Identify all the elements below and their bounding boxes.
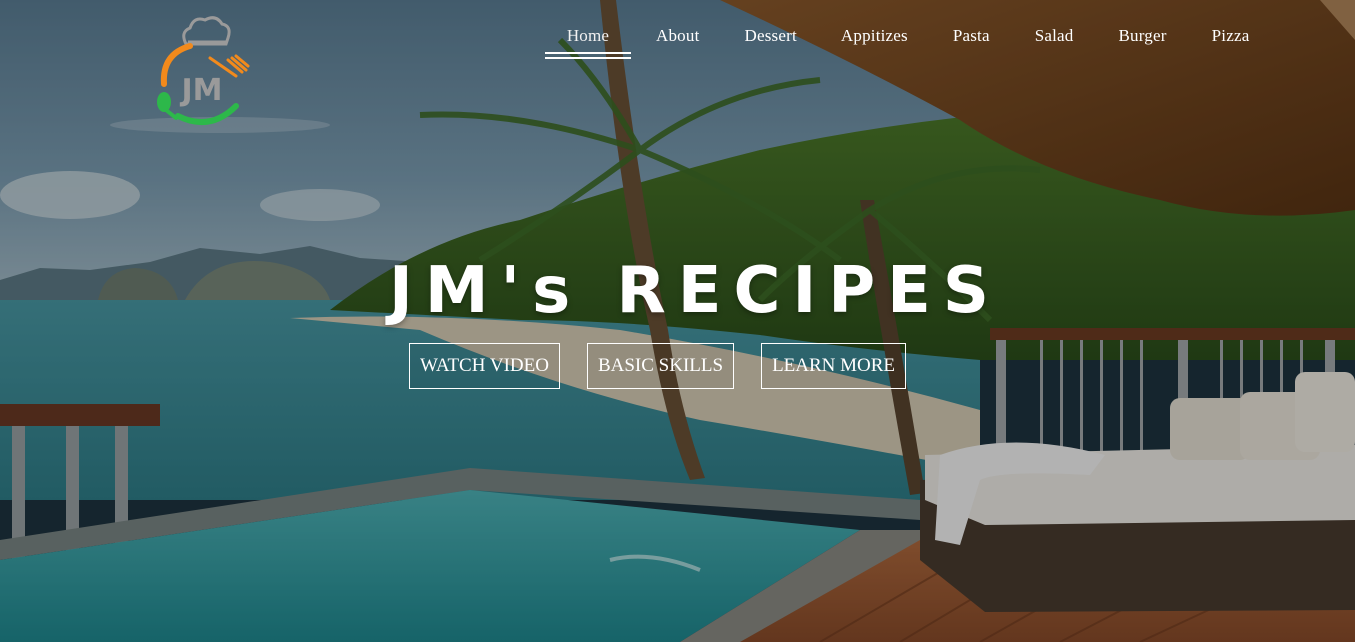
- hero-section: JM Home About Dessert Appitizes Pasta Sa…: [0, 0, 1355, 642]
- nav-dessert[interactable]: Dessert: [745, 24, 797, 46]
- nav-pasta[interactable]: Pasta: [953, 24, 990, 46]
- nav-pizza[interactable]: Pizza: [1212, 24, 1250, 46]
- nav-pizza-label: Pizza: [1211, 26, 1250, 45]
- nav-appitizes[interactable]: Appitizes: [841, 24, 908, 46]
- nav-about-label: About: [656, 26, 700, 45]
- nav-appitizes-label: Appitizes: [840, 26, 908, 45]
- nav-burger[interactable]: Burger: [1119, 24, 1167, 46]
- spoon-icon: [157, 92, 171, 112]
- nav-burger-label: Burger: [1118, 26, 1167, 45]
- nav-home-label: Home: [566, 26, 610, 45]
- nav-home[interactable]: Home: [545, 24, 631, 59]
- nav-salad[interactable]: Salad: [1035, 24, 1074, 46]
- hero-buttons: WATCH VIDEO BASIC SKILLS LEARN MORE: [409, 343, 907, 389]
- nav-dessert-label: Dessert: [744, 26, 797, 45]
- nav-about[interactable]: About: [656, 24, 700, 46]
- logo-text: JM: [179, 73, 222, 108]
- nav-pasta-label: Pasta: [952, 26, 990, 45]
- hero-headline: JM's RECIPES: [389, 254, 1001, 328]
- brand-logo[interactable]: JM: [150, 14, 250, 132]
- chef-hat-icon: [182, 16, 231, 46]
- active-underline: [545, 52, 631, 59]
- watch-video-button[interactable]: WATCH VIDEO: [409, 343, 560, 389]
- basic-skills-button[interactable]: BASIC SKILLS: [586, 343, 735, 389]
- nav-salad-label: Salad: [1034, 26, 1074, 45]
- learn-more-button[interactable]: LEARN MORE: [761, 343, 907, 389]
- main-nav: Home About Dessert Appitizes Pasta Salad…: [545, 24, 1250, 59]
